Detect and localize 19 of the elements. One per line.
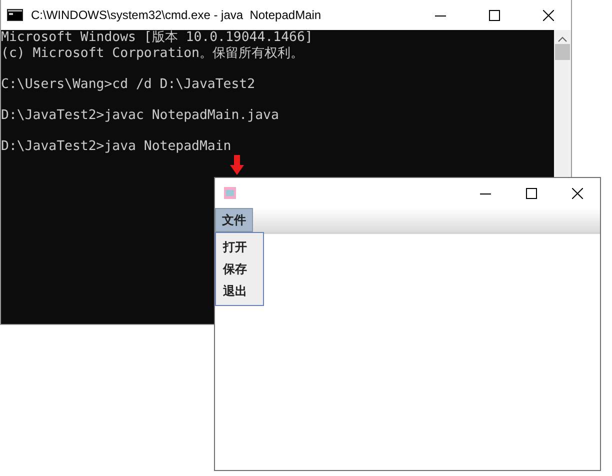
- scrollbar-thumb[interactable]: [555, 44, 570, 60]
- menu[interactable]: 文件: [215, 208, 253, 232]
- maximize-icon: [526, 188, 536, 198]
- console-line: Microsoft Windows [版本 10.0.19044.1466]: [1, 30, 314, 46]
- maximize-icon: [488, 10, 500, 20]
- console-line: D:\JavaTest2>javac NotepadMain.java: [1, 108, 280, 124]
- console-line: D:\JavaTest2>java NotepadMain: [1, 139, 232, 155]
- app-icon: [224, 187, 236, 199]
- close-icon: [542, 10, 554, 20]
- menu-item[interactable]: 退出: [216, 280, 263, 302]
- arrow-icon: [230, 155, 244, 175]
- console-line: C:\Users\Wang>cd /d D:\JavaTest2: [1, 76, 256, 92]
- close-icon: [572, 188, 582, 198]
- window-title: C:\WINDOWS\system32\cmd.exe - java NotepadMain: [31, 8, 322, 22]
- console-icon: [7, 9, 23, 21]
- menu-item[interactable]: 打开: [216, 236, 263, 258]
- scroll-up-icon[interactable]: [558, 36, 567, 42]
- console-line: (c) Microsoft Corporation。保留所有权利。: [1, 46, 304, 62]
- menu-item[interactable]: 保存: [216, 258, 263, 280]
